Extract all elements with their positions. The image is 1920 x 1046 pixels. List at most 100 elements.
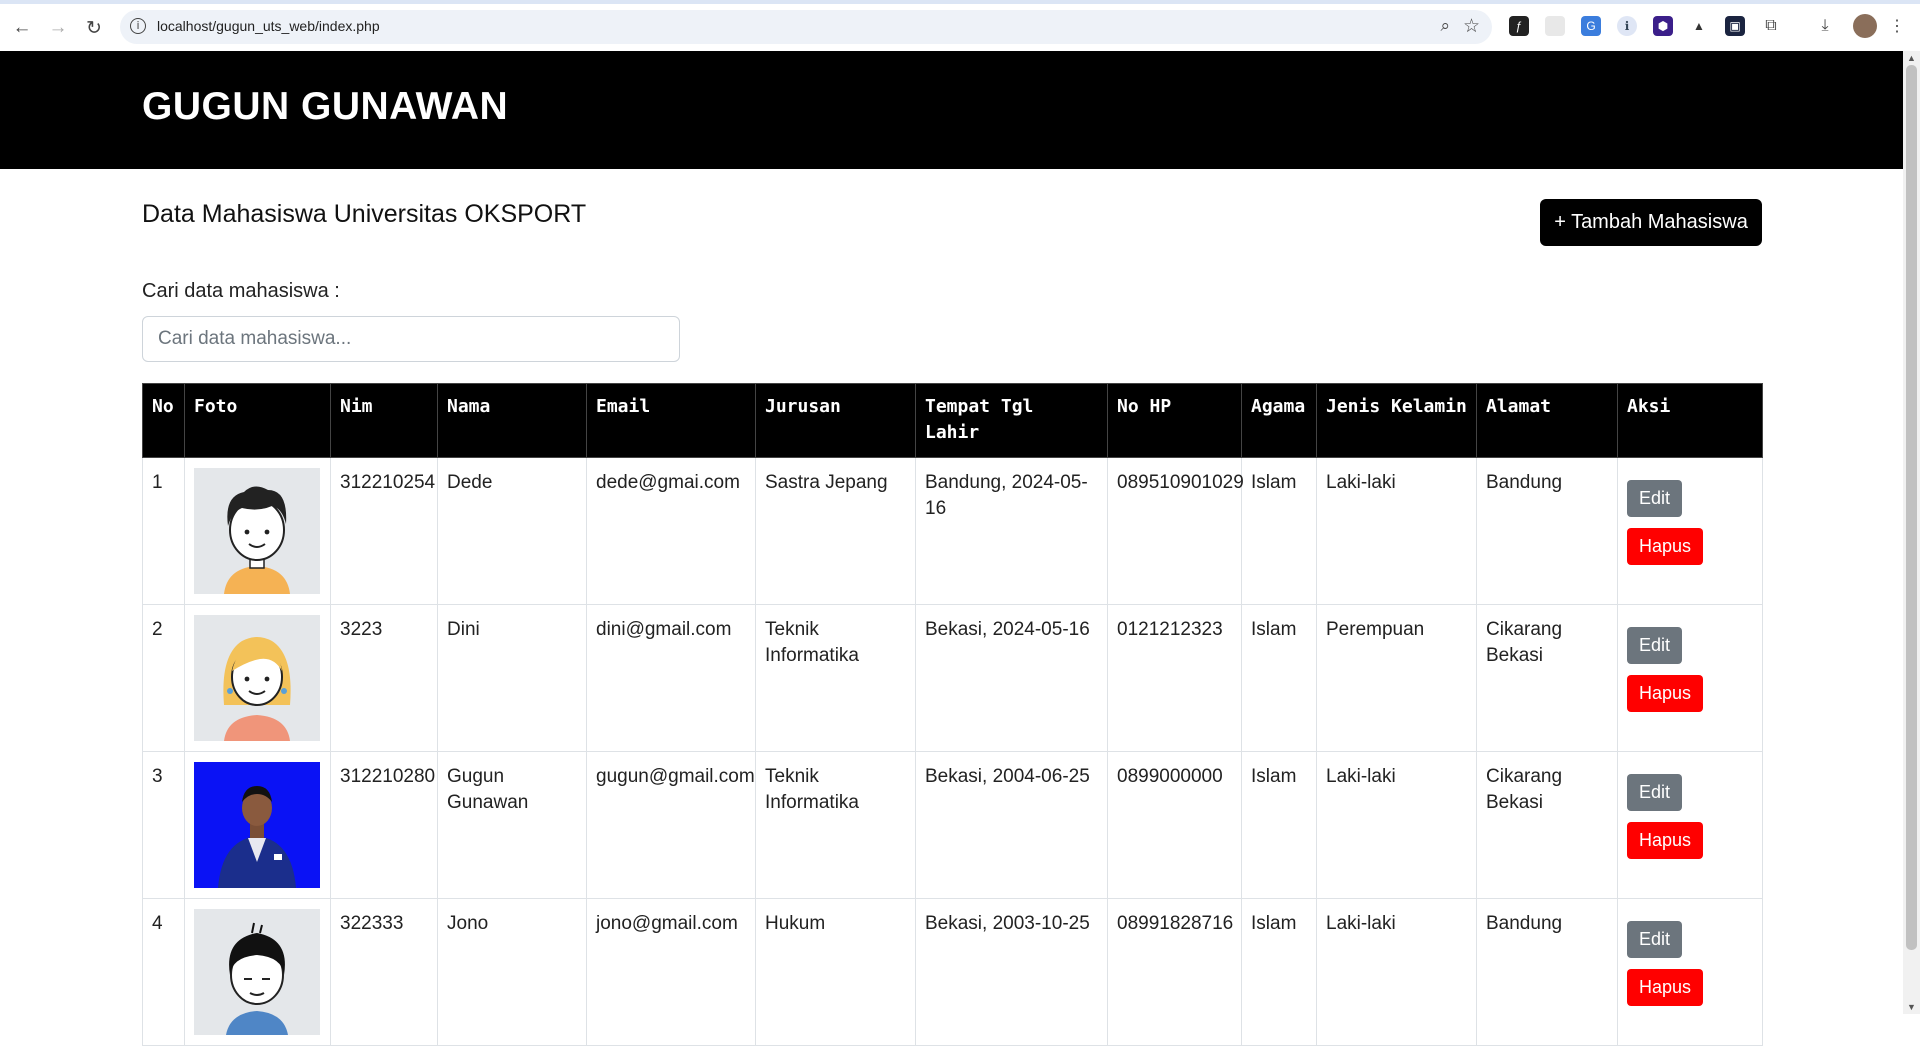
extension-icon[interactable] <box>1545 16 1565 36</box>
edit-button[interactable]: Edit <box>1627 774 1683 811</box>
browser-toolbar: ← → ↻ i localhost/gugun_uts_web/index.ph… <box>0 0 1920 52</box>
column-header: Nim <box>330 383 438 458</box>
column-header: Nama <box>437 383 587 458</box>
student-photo-avatar <box>194 468 320 594</box>
cell-actions: Edit Hapus <box>1617 751 1763 899</box>
extension-icon[interactable]: ƒ <box>1509 16 1529 36</box>
cell-email: jono@gmail.com <box>586 898 756 1046</box>
cell-nama: Dini <box>437 604 587 752</box>
cell-email: gugun@gmail.com <box>586 751 756 899</box>
column-header: Jurusan <box>755 383 916 458</box>
cell-no: 2 <box>142 604 185 752</box>
forward-icon[interactable]: → <box>44 14 72 42</box>
cell-actions: Edit Hapus <box>1617 604 1763 752</box>
cell-no: 1 <box>142 457 185 605</box>
extensions-puzzle-icon[interactable]: ⧉ <box>1761 16 1781 36</box>
cell-agama: Islam <box>1241 751 1317 899</box>
column-header: Aksi <box>1617 383 1763 458</box>
cell-jurusan: Teknik Informatika <box>755 604 916 752</box>
column-header: Foto <box>184 383 331 458</box>
cell-nim: 312210254 <box>330 457 438 605</box>
site-info-icon[interactable]: i <box>130 18 146 34</box>
cell-actions: Edit Hapus <box>1617 898 1763 1046</box>
cell-jurusan: Teknik Informatika <box>755 751 916 899</box>
reload-icon[interactable]: ↻ <box>80 14 108 42</box>
cell-jurusan: Hukum <box>755 898 916 1046</box>
address-url[interactable]: localhost/gugun_uts_web/index.php <box>157 18 380 34</box>
cell-no: 3 <box>142 751 185 899</box>
student-photo-avatar <box>194 615 320 741</box>
extension-icon[interactable]: ℹ <box>1617 16 1637 36</box>
cell-jenis-kelamin: Laki-laki <box>1316 457 1477 605</box>
cell-photo <box>184 898 331 1046</box>
menu-kebab-icon[interactable]: ⋮ <box>1887 16 1907 36</box>
column-header: No <box>142 383 185 458</box>
cell-photo <box>184 604 331 752</box>
page-scrollbar[interactable]: ▲ ▼ <box>1903 51 1920 1014</box>
cell-nama: Dede <box>437 457 587 605</box>
extension-icon[interactable]: ⬢ <box>1653 16 1673 36</box>
cell-hp: 089510901029 <box>1107 457 1244 605</box>
cell-hp: 08991828716 <box>1107 898 1242 1046</box>
delete-button[interactable]: Hapus <box>1627 528 1704 565</box>
student-photo-avatar <box>194 909 320 1035</box>
cell-agama: Islam <box>1241 457 1317 605</box>
site-title: GUGUN GUNAWAN <box>142 85 509 128</box>
table-row: 3 312210280 Gugun Gunawan gugun@gmail.co… <box>142 751 1763 899</box>
table-header-row: No Foto Nim Nama Email Jurusan Tempat Tg… <box>142 383 1763 458</box>
profile-avatar[interactable] <box>1853 14 1877 38</box>
cell-ttl: Bandung, 2024-05-16 <box>915 457 1108 605</box>
edit-button[interactable]: Edit <box>1627 921 1683 958</box>
bookmark-star-icon[interactable]: ☆ <box>1463 15 1480 38</box>
translate-extension-icon[interactable]: G <box>1581 16 1601 36</box>
cell-jurusan: Sastra Jepang <box>755 457 916 605</box>
delete-button[interactable]: Hapus <box>1627 822 1704 859</box>
edit-button[interactable]: Edit <box>1627 480 1683 517</box>
cell-alamat: Cikarang Bekasi <box>1476 751 1618 899</box>
download-icon[interactable]: ⤓ <box>1815 16 1835 36</box>
search-input[interactable] <box>142 316 680 362</box>
cell-agama: Islam <box>1241 898 1317 1046</box>
cell-alamat: Bandung <box>1476 898 1618 1046</box>
cell-ttl: Bekasi, 2003-10-25 <box>915 898 1108 1046</box>
scroll-down-icon[interactable]: ▼ <box>1907 1002 1916 1012</box>
add-student-button[interactable]: + Tambah Mahasiswa <box>1540 199 1762 246</box>
cell-nama: Gugun Gunawan <box>437 751 587 899</box>
scroll-up-icon[interactable]: ▲ <box>1907 53 1916 63</box>
table-row: 1 312210254 Dede dede@gmai.com Sastra Je… <box>142 457 1763 605</box>
cell-hp: 0899000000 <box>1107 751 1242 899</box>
delete-button[interactable]: Hapus <box>1627 969 1704 1006</box>
cell-jenis-kelamin: Laki-laki <box>1316 751 1477 899</box>
students-table: No Foto Nim Nama Email Jurusan Tempat Tg… <box>142 383 1763 1046</box>
cell-alamat: Cikarang Bekasi <box>1476 604 1618 752</box>
zoom-icon[interactable]: ⌕ <box>1440 16 1450 36</box>
column-header: Email <box>586 383 756 458</box>
cell-nama: Jono <box>437 898 587 1046</box>
column-header: Agama <box>1241 383 1317 458</box>
scrollbar-thumb[interactable] <box>1906 65 1917 950</box>
delete-button[interactable]: Hapus <box>1627 675 1704 712</box>
cell-jenis-kelamin: Laki-laki <box>1316 898 1477 1046</box>
column-header: Tempat Tgl Lahir <box>915 383 1108 458</box>
table-row: 2 3223 Dini dini@gmail.com Teknik Inform… <box>142 604 1763 752</box>
cell-alamat: Bandung <box>1476 457 1618 605</box>
cell-ttl: Bekasi, 2024-05-16 <box>915 604 1108 752</box>
extension-icon[interactable]: ▣ <box>1725 16 1745 36</box>
cell-ttl: Bekasi, 2004-06-25 <box>915 751 1108 899</box>
cell-nim: 3223 <box>330 604 438 752</box>
cell-actions: Edit Hapus <box>1617 457 1763 605</box>
cell-email: dini@gmail.com <box>586 604 756 752</box>
tab-strip-indicator <box>0 0 1920 4</box>
site-header: GUGUN GUNAWAN <box>0 51 1903 169</box>
column-header: Jenis Kelamin <box>1316 383 1477 458</box>
cell-jenis-kelamin: Perempuan <box>1316 604 1477 752</box>
extension-icon[interactable]: ▲ <box>1689 16 1709 36</box>
edit-button[interactable]: Edit <box>1627 627 1683 664</box>
cell-nim: 322333 <box>330 898 438 1046</box>
column-header: No HP <box>1107 383 1242 458</box>
cell-email: dede@gmai.com <box>586 457 756 605</box>
column-header: Alamat <box>1476 383 1618 458</box>
back-icon[interactable]: ← <box>8 14 36 42</box>
cell-agama: Islam <box>1241 604 1317 752</box>
address-bar[interactable]: i localhost/gugun_uts_web/index.php ⌕ ☆ <box>120 10 1492 44</box>
